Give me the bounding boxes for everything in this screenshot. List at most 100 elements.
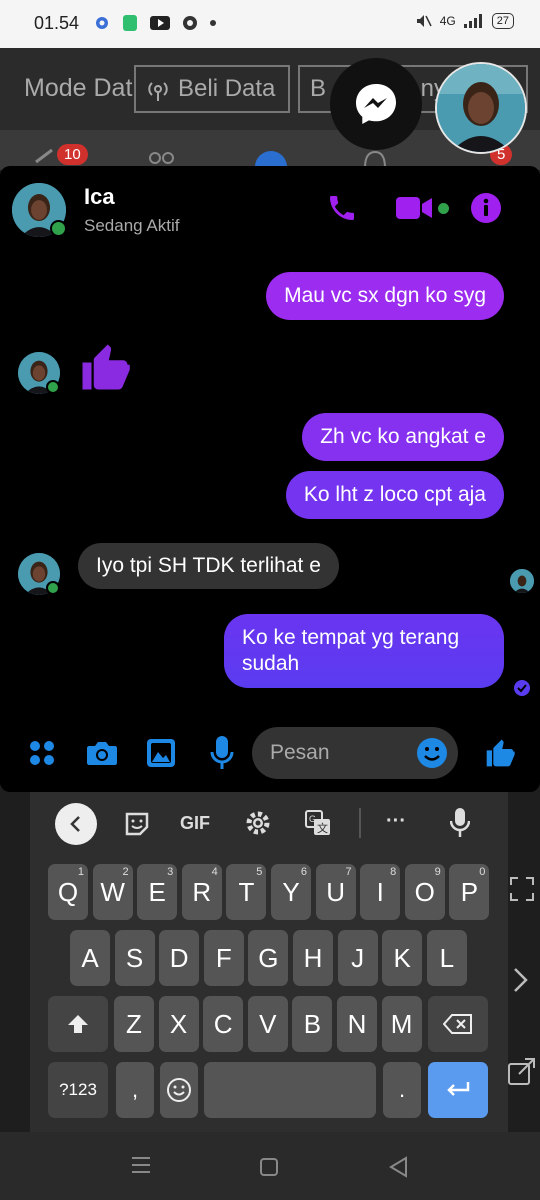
- thumbs-up-sticker-icon[interactable]: [78, 338, 132, 396]
- other-data-label: B: [310, 75, 327, 102]
- seen-avatar-photo: [510, 569, 534, 593]
- key-m[interactable]: M: [381, 996, 422, 1052]
- seen-avatar: [510, 569, 534, 593]
- emoji-icon[interactable]: [416, 737, 448, 769]
- key-e-number-hint: 3: [167, 866, 174, 878]
- key-b[interactable]: B: [292, 996, 333, 1052]
- more-options-button[interactable]: ···: [386, 810, 406, 833]
- keyboard-settings-icon[interactable]: [245, 810, 271, 836]
- shift-key[interactable]: [48, 996, 108, 1052]
- app-icon: [123, 15, 137, 31]
- message-online-indicator: [46, 380, 60, 394]
- key-k[interactable]: K: [382, 930, 423, 986]
- buy-data-label: Beli Data: [178, 75, 276, 102]
- key-v-label: V: [259, 1008, 277, 1039]
- key-e[interactable]: E3: [137, 864, 178, 920]
- key-o[interactable]: O9: [404, 864, 445, 920]
- fullscreen-icon[interactable]: [509, 876, 535, 902]
- key-e-label: E: [148, 876, 166, 907]
- info-icon[interactable]: [470, 192, 502, 224]
- message-incoming-1[interactable]: Iyo tpi SH TDK terlihat e: [78, 543, 339, 589]
- key-p[interactable]: P0: [449, 864, 490, 920]
- voice-call-icon[interactable]: [326, 192, 358, 224]
- key-w-label: W: [100, 876, 125, 907]
- settings-icon: [96, 17, 108, 29]
- key-d-label: D: [169, 942, 189, 973]
- key-u[interactable]: U7: [315, 864, 356, 920]
- numbers-key[interactable]: ?123: [48, 1062, 108, 1118]
- key-n[interactable]: N: [337, 996, 377, 1052]
- float-keyboard-icon[interactable]: [507, 1056, 537, 1086]
- battery-level: 27: [491, 13, 514, 29]
- key-r[interactable]: R4: [181, 864, 222, 920]
- message-outgoing-4[interactable]: Ko ke tempat yg terang sudah: [224, 614, 504, 688]
- recent-apps-icon[interactable]: [131, 1155, 151, 1175]
- back-arrow-icon: [35, 148, 53, 164]
- more-apps-icon[interactable]: [28, 739, 56, 767]
- key-o-label: O: [414, 876, 435, 907]
- key-x[interactable]: X: [158, 996, 199, 1052]
- gif-button[interactable]: GIF: [180, 813, 210, 834]
- key-i[interactable]: I8: [360, 864, 401, 920]
- mute-icon: [416, 15, 432, 27]
- period-key[interactable]: .: [383, 1062, 421, 1118]
- contact-name[interactable]: Ica: [84, 184, 115, 210]
- key-t[interactable]: T5: [226, 864, 267, 920]
- message-outgoing-3[interactable]: Ko lht z loco cpt aja: [285, 471, 504, 519]
- microphone-icon[interactable]: [210, 736, 234, 770]
- keyboard-collapse-button[interactable]: [55, 803, 97, 845]
- key-a[interactable]: A: [70, 930, 110, 986]
- key-p-label: P: [460, 876, 479, 907]
- status-time: 01.54: [34, 13, 80, 33]
- key-s[interactable]: S: [114, 930, 155, 986]
- message-outgoing-1[interactable]: Mau vc sx dgn ko syg: [266, 272, 504, 320]
- message-online-indicator-2: [46, 581, 60, 595]
- home-icon[interactable]: [259, 1157, 279, 1177]
- back-icon[interactable]: [388, 1156, 410, 1178]
- contact-chat-head-avatar[interactable]: [435, 62, 527, 154]
- like-button-icon[interactable]: [484, 736, 516, 770]
- backspace-key[interactable]: [428, 996, 488, 1052]
- key-w[interactable]: W2: [92, 864, 133, 920]
- key-l-label: L: [439, 942, 455, 973]
- key-o-number-hint: 9: [434, 866, 441, 878]
- video-call-icon[interactable]: [396, 194, 434, 222]
- key-h[interactable]: H: [293, 930, 333, 986]
- key-v[interactable]: V: [247, 996, 288, 1052]
- sticker-icon[interactable]: [124, 811, 150, 837]
- messenger-icon: [356, 84, 396, 124]
- comma-key[interactable]: ,: [116, 1062, 154, 1118]
- key-g[interactable]: G: [248, 930, 289, 986]
- svg-text:文: 文: [317, 821, 328, 835]
- emoji-key[interactable]: [160, 1062, 198, 1118]
- messenger-chat-head[interactable]: [330, 58, 422, 150]
- camera-icon[interactable]: [86, 739, 118, 767]
- key-l[interactable]: L: [426, 930, 467, 986]
- key-z[interactable]: Z: [114, 996, 154, 1052]
- key-q-label: Q: [57, 876, 79, 907]
- key-y[interactable]: Y6: [271, 864, 311, 920]
- key-f[interactable]: F: [203, 930, 244, 986]
- key-u-label: U: [326, 876, 345, 907]
- translate-icon[interactable]: 文G: [304, 809, 332, 837]
- key-f-label: F: [215, 942, 232, 973]
- enter-key[interactable]: [428, 1062, 488, 1118]
- space-key[interactable]: [204, 1062, 376, 1118]
- key-i-number-hint: 8: [390, 866, 397, 878]
- toolbar-divider: [359, 808, 361, 838]
- network-type: 4G: [439, 14, 456, 28]
- message-outgoing-2[interactable]: Zh vc ko angkat e: [302, 413, 504, 461]
- key-j[interactable]: J: [337, 930, 378, 986]
- buy-data-button[interactable]: Beli Data: [134, 65, 290, 113]
- key-q[interactable]: Q1: [48, 864, 88, 920]
- key-c[interactable]: C: [203, 996, 244, 1052]
- voice-input-icon[interactable]: [450, 808, 470, 838]
- key-r-number-hint: 4: [211, 866, 218, 878]
- chevron-right-icon[interactable]: [512, 966, 530, 994]
- key-d[interactable]: D: [159, 930, 200, 986]
- status-right: 4G 27: [414, 13, 514, 29]
- key-c-label: C: [213, 1008, 233, 1039]
- key-s-label: S: [125, 942, 144, 973]
- key-y-label: Y: [282, 876, 300, 907]
- gallery-icon[interactable]: [146, 738, 176, 768]
